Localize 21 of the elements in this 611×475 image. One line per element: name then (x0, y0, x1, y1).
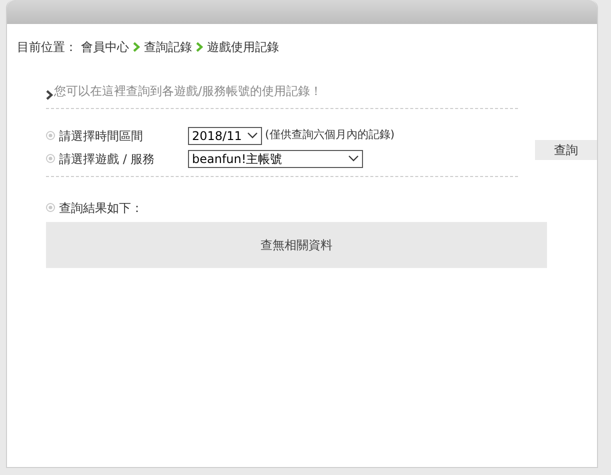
breadcrumb-label: 目前位置： (17, 39, 77, 56)
caret-icon (247, 132, 258, 139)
query-button[interactable]: 查詢 (534, 140, 597, 160)
radio-bullet-icon (46, 203, 55, 212)
radio-bullet-icon (46, 130, 55, 140)
caret-icon (348, 155, 359, 162)
chevron-icon (46, 90, 53, 100)
breadcrumb-link[interactable]: 查詢記錄 (144, 38, 192, 56)
radio-bullet-icon (46, 154, 55, 162)
chevron-icon (196, 42, 203, 52)
chevron-icon (133, 42, 140, 52)
intro-text: 您可以在這裡查詢到各遊戲/服務帳號的使用記錄！ (54, 83, 322, 100)
period-note: (僅供查詢六個月內的記錄) (265, 127, 395, 144)
period-label: 請選擇時間區間 (59, 128, 143, 144)
game-label: 請選擇遊戲 / 服務 (59, 150, 155, 168)
empty-results-box: 查無相關資料 (46, 222, 547, 268)
breadcrumb-link[interactable]: 遊戲使用記錄 (207, 38, 279, 56)
game-select[interactable]: beanfun!主帳號 (188, 150, 363, 168)
breadcrumb-link[interactable]: 會員中心 (81, 38, 129, 56)
results-label: 查詢結果如下： (59, 200, 143, 217)
period-select[interactable]: 2018/11 (188, 126, 262, 144)
